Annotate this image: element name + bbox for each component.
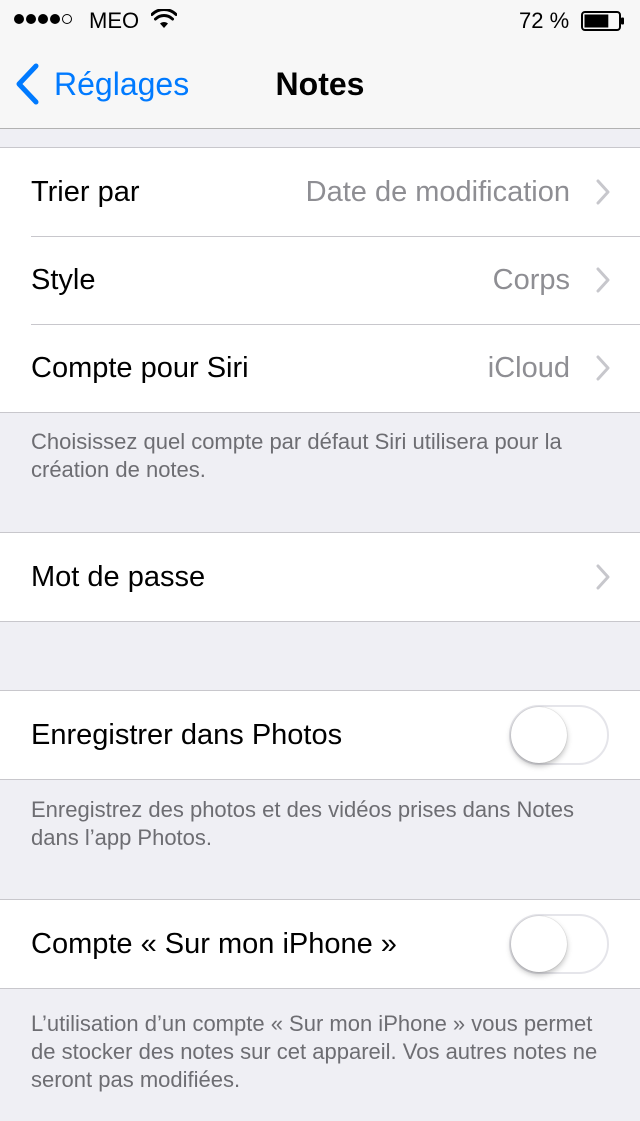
on-my-iphone-toggle[interactable]	[509, 914, 609, 974]
chevron-right-icon	[596, 267, 610, 293]
on-my-iphone-group: Compte « Sur mon iPhone »	[0, 899, 640, 989]
signal-dot	[50, 14, 60, 24]
save-photos-footer: Enregistrez des photos et des vidéos pri…	[31, 797, 574, 850]
password-group: Mot de passe	[0, 532, 640, 622]
siri-account-footer: Choisissez quel compte par défaut Siri u…	[31, 429, 562, 482]
on-my-iphone-row: Compte « Sur mon iPhone »	[0, 900, 640, 988]
sort-settings-group: Trier par Date de modification Style Cor…	[0, 147, 640, 413]
carrier-name: MEO	[89, 8, 140, 33]
on-my-iphone-footer: L’utilisation d’un compte « Sur mon iPho…	[31, 1011, 598, 1092]
save-photos-toggle[interactable]	[509, 705, 609, 765]
save-photos-row: Enregistrer dans Photos	[0, 691, 640, 779]
chevron-right-icon	[596, 179, 610, 205]
style-row[interactable]: Style Corps	[0, 236, 640, 324]
siri-account-value: iCloud	[487, 351, 570, 384]
save-photos-label: Enregistrer dans Photos	[31, 718, 343, 751]
signal-strength-icon	[14, 14, 72, 24]
style-label: Style	[31, 263, 96, 296]
signal-dot-empty	[62, 14, 72, 24]
sort-by-row[interactable]: Trier par Date de modification	[0, 148, 640, 236]
signal-dot	[26, 14, 36, 24]
sort-by-label: Trier par	[31, 175, 140, 208]
style-value: Corps	[492, 263, 570, 296]
password-row[interactable]: Mot de passe	[0, 533, 640, 621]
page-title: Notes	[275, 66, 365, 102]
signal-dot	[14, 14, 24, 24]
siri-account-label: Compte pour Siri	[31, 351, 249, 384]
battery-percentage: 72 %	[519, 8, 570, 33]
chevron-right-icon	[596, 564, 610, 590]
chevron-right-icon	[596, 355, 610, 381]
on-my-iphone-label: Compte « Sur mon iPhone »	[31, 927, 397, 960]
sort-by-value: Date de modification	[305, 175, 570, 208]
siri-account-row[interactable]: Compte pour Siri iCloud	[0, 324, 640, 412]
password-label: Mot de passe	[31, 560, 206, 593]
save-photos-group: Enregistrer dans Photos	[0, 690, 640, 780]
signal-dot	[38, 14, 48, 24]
battery-icon	[581, 11, 625, 31]
toggle-knob	[511, 707, 567, 763]
toggle-knob	[511, 916, 567, 972]
status-bar: MEO 72 %	[0, 0, 640, 40]
wifi-icon	[150, 8, 178, 34]
navigation-bar: Réglages Notes	[0, 40, 640, 129]
